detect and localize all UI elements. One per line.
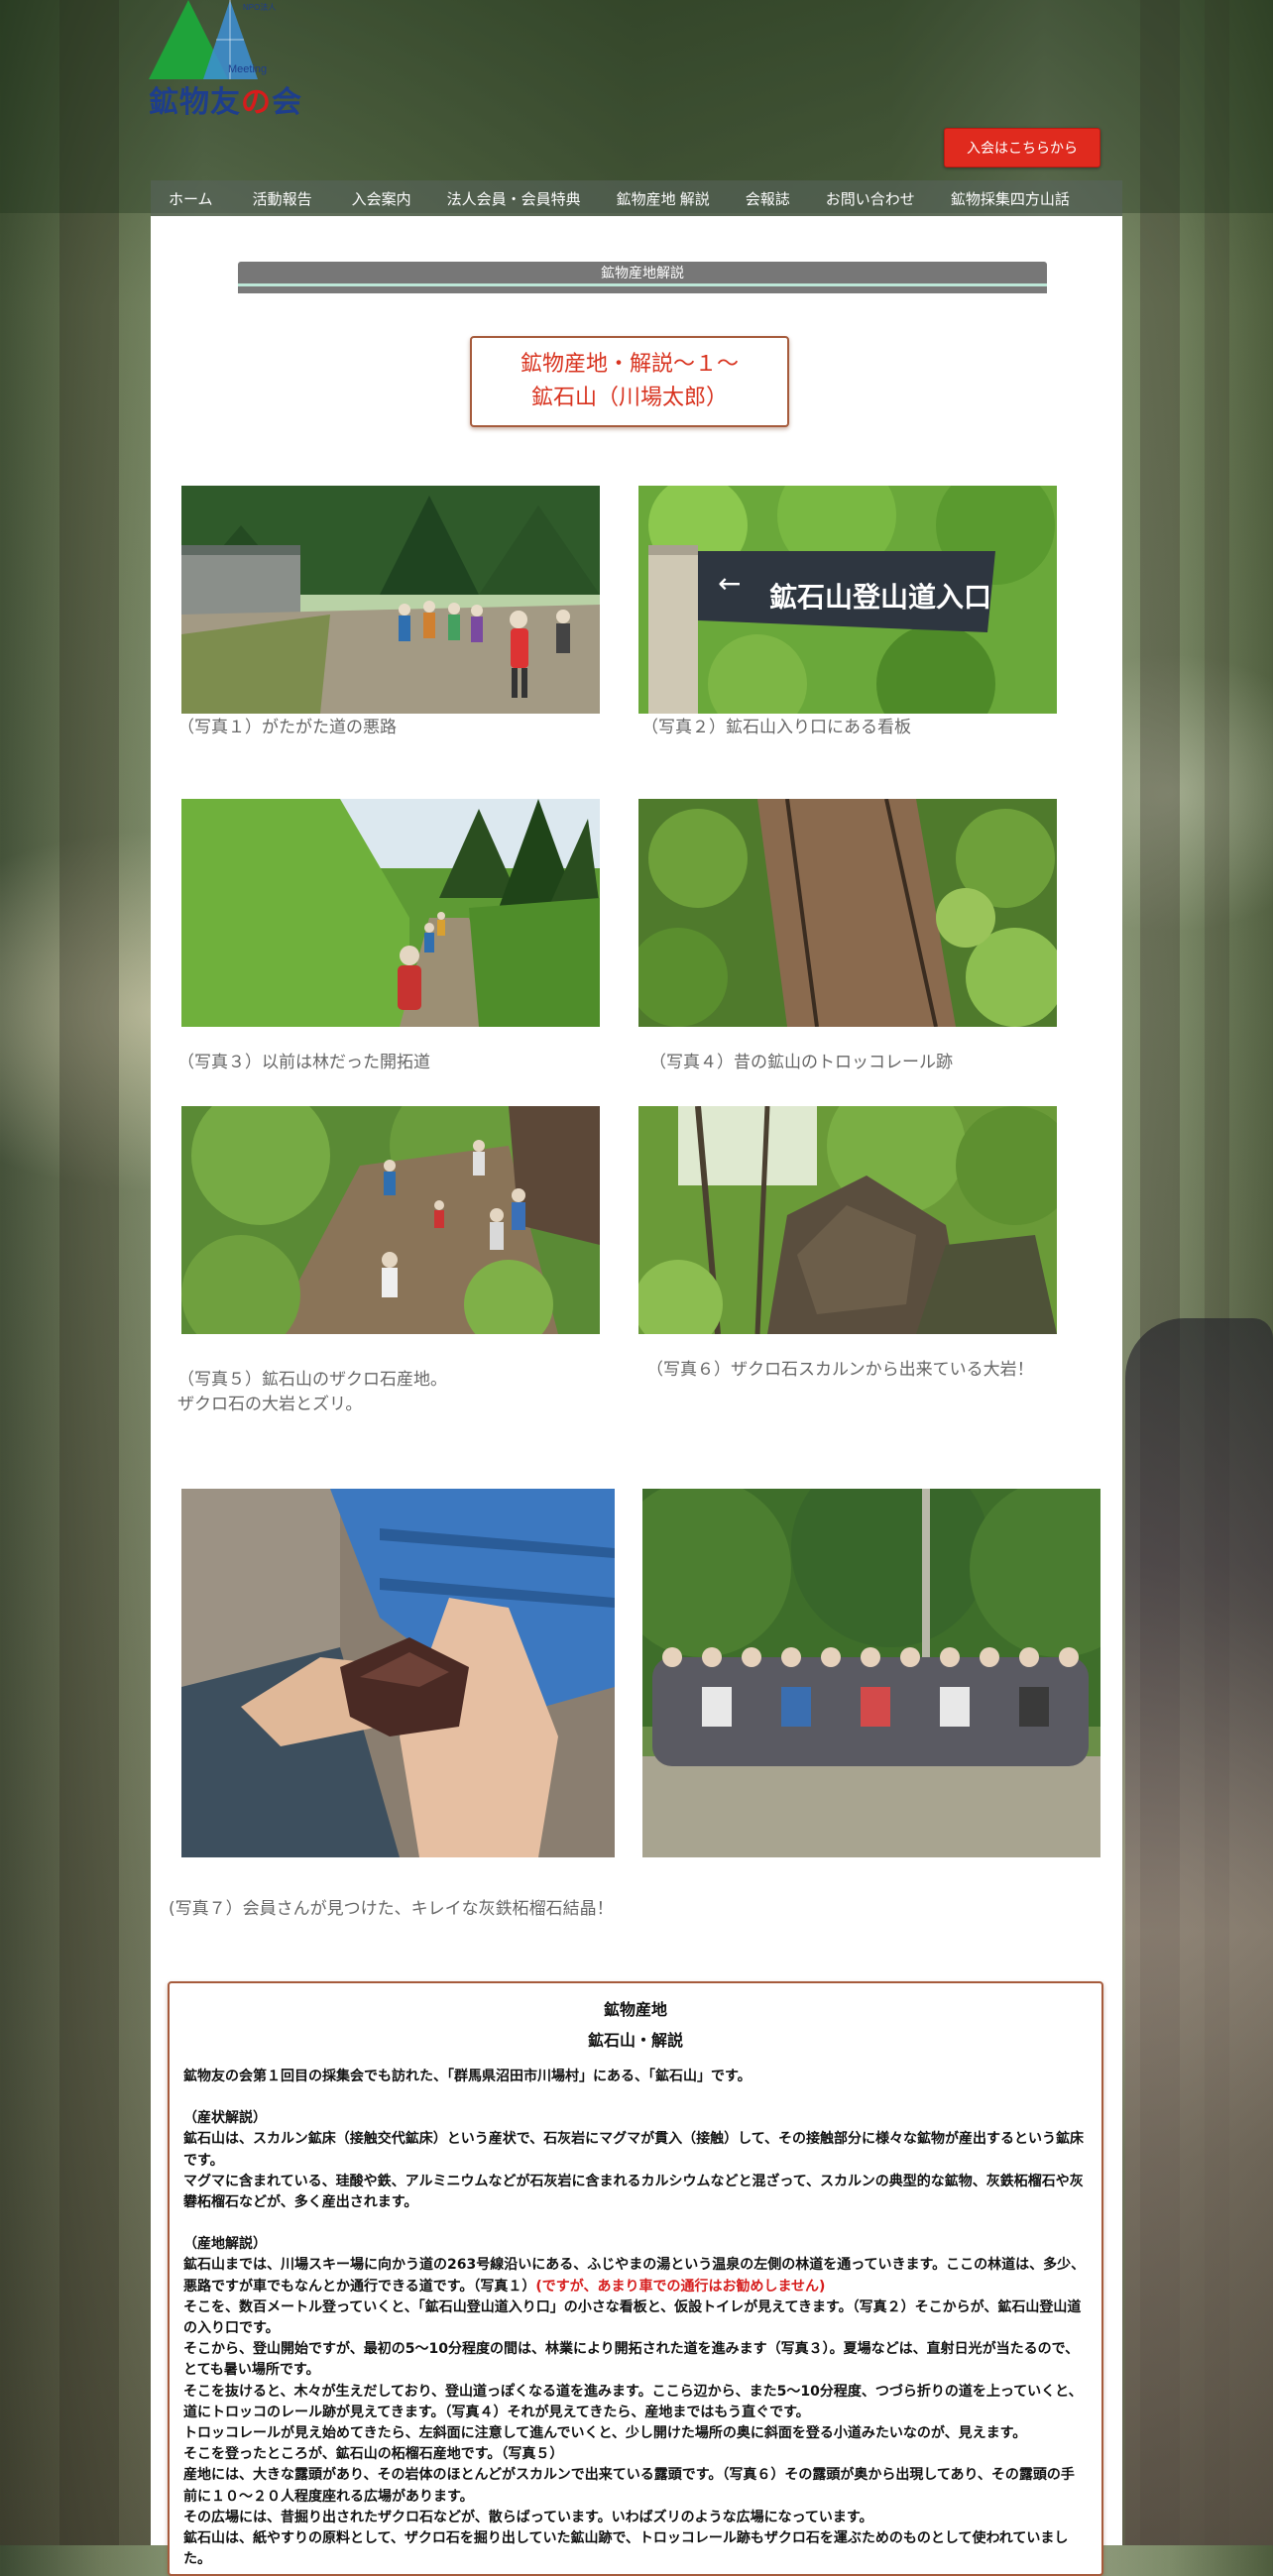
photo-2[interactable]: ← 鉱石山登山道入口 (638, 486, 1057, 714)
nav-item-localities[interactable]: 鉱物産地 解説 (617, 188, 710, 209)
logo-text-end: 会 (272, 85, 302, 120)
section-bar: 鉱物産地解説 (238, 262, 1047, 283)
info-section-title-1: （産状解説） (183, 2110, 267, 2127)
main-nav: ホーム 活動報告 入会案内 法人会員・会員特典 鉱物産地 解説 会報誌 お問い合… (151, 180, 1122, 216)
join-button[interactable]: 入会はこちらから (944, 128, 1100, 168)
info-paragraph: そこを抜けると、木々が生えだしており、登山道っぽくなる道を進みます。ここら辺から… (183, 2383, 1083, 2420)
info-paragraph: そこを登ったところが、鉱石山の柘榴石産地です。（写真５） (183, 2446, 564, 2463)
caption-photo-1: （写真１）がたがた道の悪路 (177, 718, 397, 737)
info-paragraph: そこを、数百メートル登っていくと、「鉱石山登山道入り口」の小さな看板と、仮設トイ… (183, 2298, 1082, 2337)
nav-item-corporate[interactable]: 法人会員・会員特典 (447, 188, 581, 209)
caption-photo-4: （写真４）昔の鉱山のトロッコレール跡 (649, 1053, 953, 1072)
group-members (652, 1647, 1089, 1766)
logo-text: 鉱物友の会 (149, 77, 302, 121)
nav-item-activity[interactable]: 活動報告 (253, 188, 312, 209)
content-panel: 鉱物産地解説 鉱物産地・解説～１～ 鉱石山（川場太郎） （写真１）がたがた道の悪… (151, 216, 1122, 2576)
section-divider (238, 283, 1047, 293)
logo-npo: NPO法人 (243, 3, 277, 12)
hiker-figure (1125, 1318, 1273, 2545)
info-paragraph: 鉱石山は、紙やすりの原料として、ザクロ石を掘り出していた鉱山跡で、トロッコレール… (183, 2530, 1069, 2568)
photo-4[interactable] (638, 799, 1057, 1027)
caption-photo-5-line2: ザクロ石の大岩とズリ。 (177, 1395, 363, 1414)
page-title-line2: 鉱石山（川場太郎） (530, 386, 728, 410)
info-lead: 鉱物友の会第１回目の採集会でも訪れた、「群馬県沼田市川場村」にある、「鉱石山」で… (183, 2069, 752, 2084)
info-section-title-2: （産地解説） (183, 2236, 267, 2253)
info-heading-2: 鉱石山・解説 (587, 2031, 683, 2050)
photo-3[interactable] (181, 799, 600, 1027)
nav-item-home[interactable]: ホーム (169, 188, 213, 209)
photo-6[interactable] (638, 1106, 1057, 1334)
info-paragraph: 産地には、大きな露頭があり、その岩体のほとんどがスカルンで出来ている露頭です。（… (183, 2467, 1075, 2505)
locality-description: 鉱物産地 鉱石山・解説 鉱物友の会第１回目の採集会でも訪れた、「群馬県沼田市川場… (168, 1981, 1103, 2576)
sign-text: 鉱石山登山道入口 (769, 581, 991, 614)
nav-item-join[interactable]: 入会案内 (352, 188, 411, 209)
logo-text-main: 鉱物友 (149, 85, 241, 120)
page-title: 鉱物産地・解説～１～ 鉱石山（川場太郎） (470, 336, 789, 427)
caption-photo-3: （写真３）以前は林だった開拓道 (177, 1053, 430, 1072)
info-paragraph: 鉱石山までは、川場スキー場に向かう道の263号線沿いにある、ふじやまの湯という温… (183, 2255, 1088, 2296)
caption-photo-6: （写真６）ザクロ石スカルンから出来ている大岩！ (646, 1360, 1034, 1380)
info-paragraph: マグマに含まれている、珪酸や鉄、アルミニウムなどが石灰岩に含まれるカルシウムなど… (183, 2173, 1084, 2211)
caption-photo-7: (写真７）会員さんが見つけた、キレイな灰鉄柘榴石結晶！ (169, 1899, 614, 1919)
nav-item-bulletin[interactable]: 会報誌 (746, 188, 790, 209)
site-logo[interactable]: NPO法人 Meeting 鉱物友の会 (149, 0, 322, 120)
logo-sub: Meeting (228, 63, 268, 75)
info-paragraph: トロッコレールが見え始めてきたら、左斜面に注意して進んでいくと、少し開けた場所の… (183, 2425, 1027, 2442)
info-heading-1: 鉱物産地 (603, 2000, 667, 2019)
caption-photo-2: （写真２）鉱石山入り口にある看板 (641, 718, 911, 737)
photo-5[interactable] (181, 1106, 600, 1334)
caption-photo-5-line1: （写真５）鉱石山のザクロ石産地。 (177, 1370, 447, 1390)
logo-text-no: の (241, 85, 272, 120)
info-paragraph: 鉱石山は、スカルン鉱床（接触交代鉱床）という産状で、石灰岩にマグマが貫入（接触）… (183, 2131, 1085, 2169)
page-title-line1: 鉱物産地・解説～１～ (520, 352, 739, 377)
nav-item-contact[interactable]: お問い合わせ (826, 188, 915, 209)
svg-text:←: ← (718, 567, 741, 600)
info-warning: (ですが、あまり車での通行はお勧めしません) (535, 2278, 826, 2295)
tree-trunk (59, 0, 119, 2545)
photo-7-garnet[interactable] (181, 1489, 615, 1857)
caption-photo-5: （写真５）鉱石山のザクロ石産地。 ザクロ石の大岩とズリ。 (177, 1368, 447, 1417)
photo-7-group[interactable] (642, 1489, 1100, 1857)
photo-1[interactable] (181, 486, 600, 714)
info-paragraph: そこから、登山開始ですが、最初の5～10分程度の間は、林業により開拓された道を進… (183, 2341, 1080, 2379)
nav-item-stories[interactable]: 鉱物採集四方山話 (951, 188, 1070, 209)
info-paragraph: その広場には、昔掘り出されたザクロ石などが、散らばっています。いわばズリのような… (183, 2509, 873, 2525)
